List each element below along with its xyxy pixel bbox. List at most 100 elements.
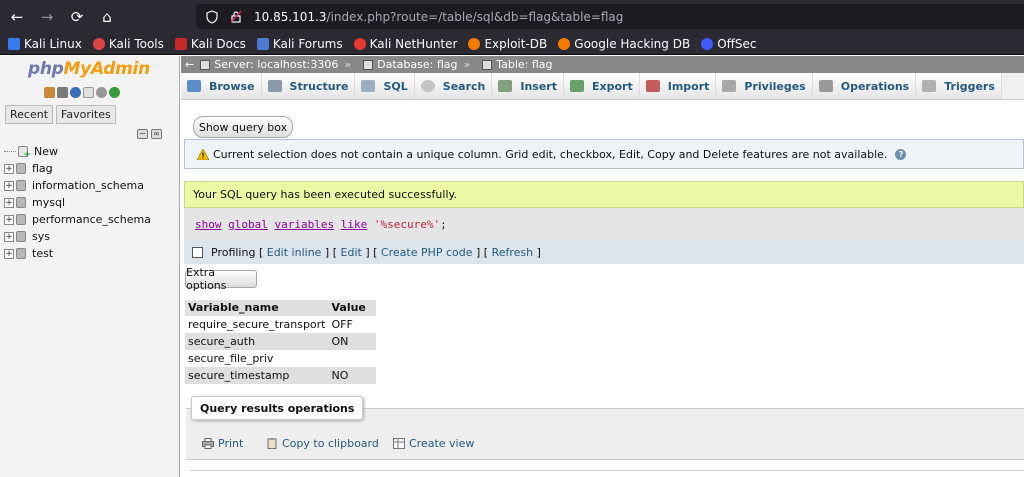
nethunter-icon xyxy=(353,37,366,50)
tree-item-information-schema[interactable]: + information_schema xyxy=(4,177,151,194)
cell-variable-name: secure_file_priv xyxy=(185,350,329,367)
breadcrumb-database[interactable]: Database: flag xyxy=(363,58,457,71)
bookmark-offsec[interactable]: OffSec xyxy=(701,37,757,51)
help-icon[interactable] xyxy=(70,87,81,98)
reload-nav-icon[interactable] xyxy=(109,87,120,98)
sql-keyword-like[interactable]: like xyxy=(341,218,368,231)
phpmyadmin-logo[interactable]: phpMyAdmin xyxy=(28,59,150,79)
bookmark-exploit-db[interactable]: Exploit-DB xyxy=(468,37,547,51)
column-header-value[interactable]: Value xyxy=(328,300,376,317)
sql-keyword-show[interactable]: show xyxy=(195,218,222,231)
bookmark-google-hacking-db[interactable]: Google Hacking DB xyxy=(558,37,690,51)
print-link[interactable]: Print xyxy=(202,435,243,452)
insecure-lock-icon xyxy=(228,9,244,25)
create-view-link[interactable]: Create view xyxy=(393,435,474,452)
tree-item-sys[interactable]: + sys xyxy=(4,228,151,245)
expand-icon[interactable]: + xyxy=(4,214,14,225)
sql-icon xyxy=(361,80,376,92)
search-icon xyxy=(420,80,435,92)
forward-arrow-icon[interactable]: → xyxy=(34,4,60,30)
bookmark-kali-docs[interactable]: Kali Docs xyxy=(174,37,246,51)
tab-search[interactable]: Search xyxy=(414,73,493,99)
back-arrow-icon[interactable]: ← xyxy=(4,4,30,30)
tab-sql[interactable]: SQL xyxy=(355,73,415,99)
sql-query-display: show global variables like '%secure%'; xyxy=(184,208,1024,240)
tree-item-new[interactable]: New xyxy=(4,143,151,160)
kali-tools-icon xyxy=(92,37,105,50)
tree-item-mysql[interactable]: + mysql xyxy=(4,194,151,211)
insert-icon xyxy=(498,80,513,92)
edit-inline-link[interactable]: Edit inline xyxy=(267,246,322,259)
database-tree: New +flag +information_schema +mysql +pe… xyxy=(4,143,151,262)
bookmark-kali-tools[interactable]: Kali Tools xyxy=(92,37,164,51)
browse-icon xyxy=(187,80,201,92)
tab-insert[interactable]: Insert xyxy=(492,73,564,99)
home-icon[interactable]: ⌂ xyxy=(94,4,120,30)
profiling-checkbox[interactable] xyxy=(192,246,203,258)
server-icon xyxy=(200,59,211,70)
bookmark-kali-forums[interactable]: Kali Forums xyxy=(256,37,343,51)
expand-icon[interactable]: + xyxy=(4,180,14,191)
table-row: secure_timestamp NO xyxy=(185,367,376,384)
help-icon[interactable]: ? xyxy=(895,148,907,160)
edit-link[interactable]: Edit xyxy=(341,246,362,259)
tree-item-flag[interactable]: + flag xyxy=(4,160,151,177)
tab-triggers[interactable]: Triggers xyxy=(916,73,1002,99)
bookmark-kali-nethunter[interactable]: Kali NetHunter xyxy=(353,37,457,51)
logo-shortcuts xyxy=(44,87,120,98)
kali-icon xyxy=(8,37,20,50)
privileges-icon xyxy=(722,80,737,92)
warning-icon xyxy=(196,147,210,160)
tab-structure[interactable]: Structure xyxy=(261,73,356,99)
warning-text: Current selection does not contain a uni… xyxy=(213,147,888,161)
cell-variable-name: secure_timestamp xyxy=(185,367,329,384)
tab-browse[interactable]: Browse xyxy=(181,73,262,99)
tab-recent[interactable]: Recent xyxy=(5,105,54,124)
breadcrumb-server[interactable]: Server: localhost:3306 xyxy=(200,58,338,71)
arrow-left-icon[interactable]: ← xyxy=(185,58,194,71)
logout-icon[interactable] xyxy=(57,87,68,98)
tree-item-performance-schema[interactable]: + performance_schema xyxy=(4,211,151,228)
settings-gear-icon[interactable] xyxy=(96,87,107,98)
expand-icon[interactable]: + xyxy=(4,197,14,208)
docs-icon[interactable] xyxy=(83,87,94,98)
sql-keyword-global[interactable]: global xyxy=(228,218,268,231)
profiling-bar: Profiling [ Edit inline ] [ Edit ] [ Cre… xyxy=(184,240,1024,264)
table-row: secure_auth ON xyxy=(185,333,376,350)
url-path: /index.php?route=/table/sql&db=flag&tabl… xyxy=(326,9,624,24)
warning-notice: Current selection does not contain a uni… xyxy=(184,139,1024,169)
column-header-variable-name[interactable]: Variable_name xyxy=(185,300,329,317)
sql-string: '%secure%' xyxy=(373,217,441,231)
refresh-link[interactable]: Refresh xyxy=(492,246,534,259)
table-row: require_secure_transport OFF xyxy=(185,316,376,333)
extra-options-button[interactable]: Extra options xyxy=(185,266,257,292)
sql-keyword-variables[interactable]: variables xyxy=(275,218,335,231)
reload-icon[interactable]: ⟳ xyxy=(64,4,90,30)
offsec-icon xyxy=(701,37,714,50)
home-icon[interactable] xyxy=(44,87,55,98)
bookmark-kali-linux[interactable]: Kali Linux xyxy=(8,37,82,51)
tab-favorites[interactable]: Favorites xyxy=(56,105,116,124)
breadcrumb-table[interactable]: Table: flag xyxy=(482,58,553,71)
collapse-all-icon[interactable]: − xyxy=(137,129,148,139)
tree-item-test[interactable]: + test xyxy=(4,245,151,262)
expand-icon[interactable]: + xyxy=(4,163,14,174)
tab-export[interactable]: Export xyxy=(564,73,640,99)
tab-operations[interactable]: Operations xyxy=(812,73,917,99)
copy-to-clipboard-link[interactable]: Copy to clipboard xyxy=(266,435,379,452)
expand-icon[interactable]: + xyxy=(4,248,14,259)
show-query-box-button[interactable]: Show query box xyxy=(193,116,293,138)
create-php-code-link[interactable]: Create PHP code xyxy=(381,246,473,259)
tab-import[interactable]: Import xyxy=(639,73,717,99)
expand-icon[interactable]: + xyxy=(4,231,14,242)
cell-value: ON xyxy=(328,333,376,350)
browser-toolbar: ← → ⟳ ⌂ 10.85.101.3/index.php?route=/tab… xyxy=(0,0,1024,33)
address-bar[interactable]: 10.85.101.3/index.php?route=/table/sql&d… xyxy=(196,4,1024,29)
tab-privileges[interactable]: Privileges xyxy=(716,73,813,99)
ghdb-icon xyxy=(558,37,571,50)
link-with-main-icon[interactable]: ∞ xyxy=(151,129,162,139)
url-host: 10.85.101.3 xyxy=(254,9,327,24)
bookmarks-bar: Kali Linux Kali Tools Kali Docs Kali For… xyxy=(0,33,1024,55)
printer-icon xyxy=(202,438,214,449)
query-results-operations: Query results operations Print Copy to c… xyxy=(186,396,1024,477)
